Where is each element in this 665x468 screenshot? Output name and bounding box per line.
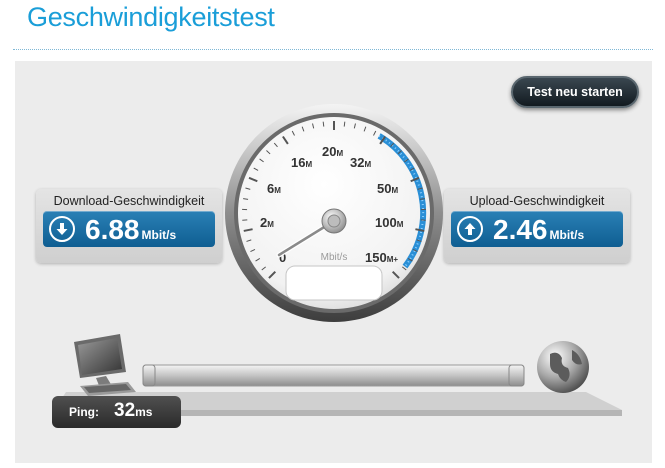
gauge-unit-label: Mbit/s [321, 252, 348, 263]
upload-speed-box: Upload-Geschwindigkeit 2.46 Mbit/s [444, 189, 630, 263]
download-value-number: 6.88 [85, 214, 140, 245]
ping-box: Ping: 32ms [52, 396, 181, 428]
download-speed-label: Download-Geschwindigkeit [53, 194, 205, 208]
gauge-tick [343, 121, 346, 127]
ping-value-unit: ms [135, 405, 153, 419]
gauge-hub-center [327, 214, 341, 228]
speed-gauge: 0 2M 6M 16M 20M 32M 50M 100M 150M+ Mbit/… [225, 104, 443, 322]
title-divider [13, 49, 653, 50]
gauge-tick [322, 121, 325, 127]
ping-value: 32ms [114, 400, 152, 422]
arrow-up-icon [457, 216, 483, 242]
upload-speed-label: Upload-Geschwindigkeit [469, 194, 605, 208]
restart-test-button[interactable]: Test neu starten [511, 76, 639, 108]
connection-pipe [142, 364, 525, 387]
upload-value-unit: Mbit/s [549, 228, 585, 242]
download-speed-bar: 6.88 Mbit/s [43, 211, 215, 247]
arrow-down-icon [49, 216, 75, 242]
pipe-start-cap [142, 364, 156, 387]
page-title: Geschwindigkeitstest [27, 2, 275, 32]
upload-speed-value: 2.46 Mbit/s [493, 214, 584, 246]
upload-value-number: 2.46 [493, 214, 548, 245]
upload-speed-bar: 2.46 Mbit/s [451, 211, 623, 247]
ping-value-number: 32 [114, 400, 136, 421]
gauge-readout-window [285, 265, 383, 301]
download-speed-box: Download-Geschwindigkeit 6.88 Mbit/s [36, 189, 222, 263]
computer-icon [74, 334, 136, 396]
download-speed-value: 6.88 Mbit/s [85, 214, 176, 246]
globe-icon [537, 341, 589, 393]
pipe-end-cap [508, 364, 525, 387]
ping-label: Ping: [69, 405, 99, 419]
download-value-unit: Mbit/s [141, 228, 177, 242]
